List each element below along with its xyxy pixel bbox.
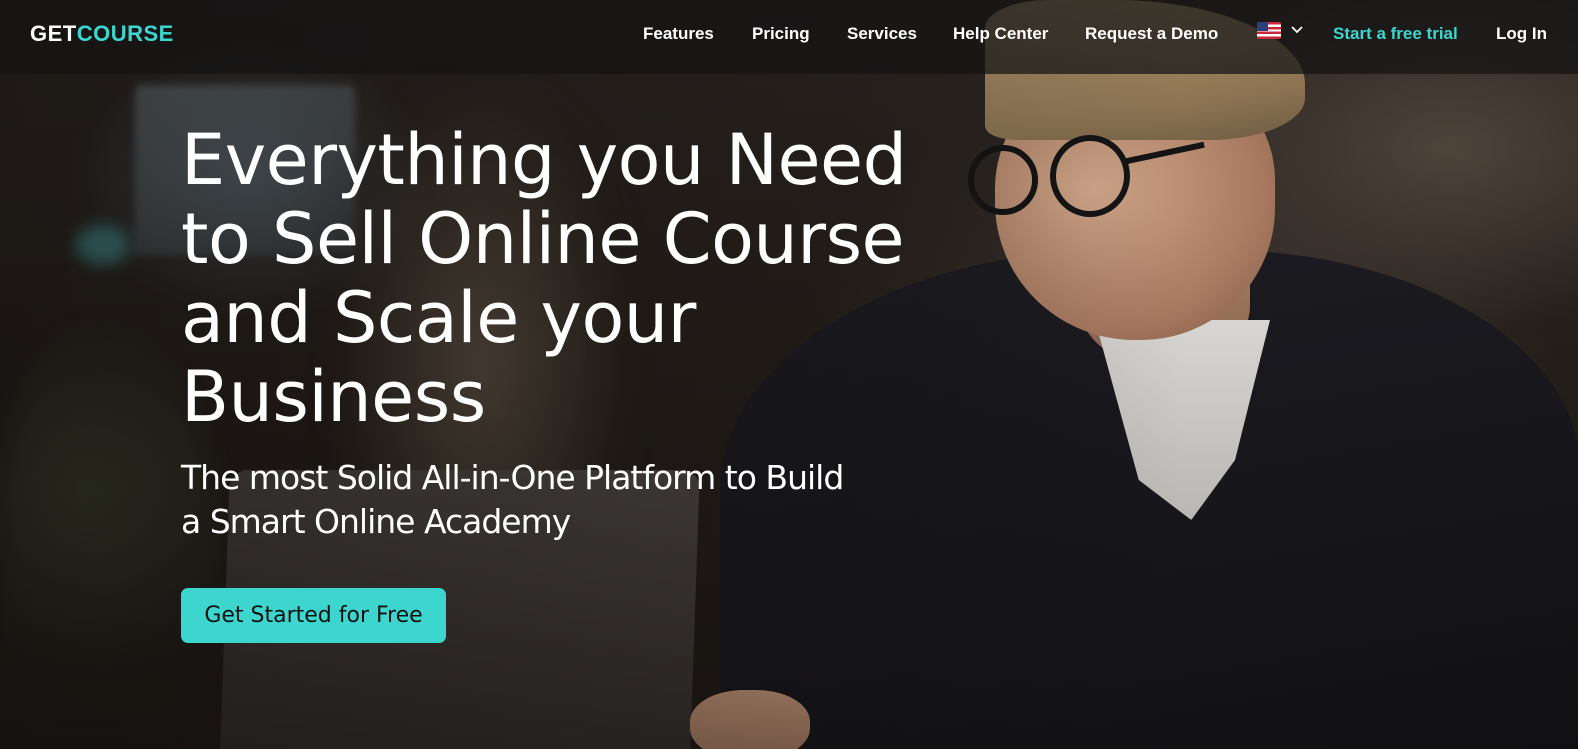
nav-item-help-center[interactable]: Help Center xyxy=(953,24,1048,44)
hero-subheadline: The most Solid All-in-One Platform to Bu… xyxy=(181,458,844,541)
nav-item-features[interactable]: Features xyxy=(643,24,714,44)
logo-text-course: COURSE xyxy=(76,21,174,46)
nav-item-services[interactable]: Services xyxy=(847,24,917,44)
hero-section: Everything you Need to Sell Online Cours… xyxy=(0,0,1578,749)
top-navbar: GETCOURSE Features Pricing Services Help… xyxy=(0,0,1578,74)
getcourse-logo[interactable]: GETCOURSE xyxy=(30,21,174,47)
chevron-down-icon xyxy=(1291,24,1303,37)
nav-item-pricing[interactable]: Pricing xyxy=(752,24,810,44)
logo-text-get: GET xyxy=(30,21,77,46)
start-free-trial-link[interactable]: Start a free trial xyxy=(1333,24,1458,44)
nav-item-request-demo[interactable]: Request a Demo xyxy=(1085,24,1218,44)
hero-headline: Everything you Need to Sell Online Cours… xyxy=(181,119,907,438)
get-started-button[interactable]: Get Started for Free xyxy=(181,588,446,643)
log-in-link[interactable]: Log In xyxy=(1496,24,1547,44)
us-flag-icon xyxy=(1257,22,1281,39)
language-selector[interactable] xyxy=(1257,22,1303,39)
